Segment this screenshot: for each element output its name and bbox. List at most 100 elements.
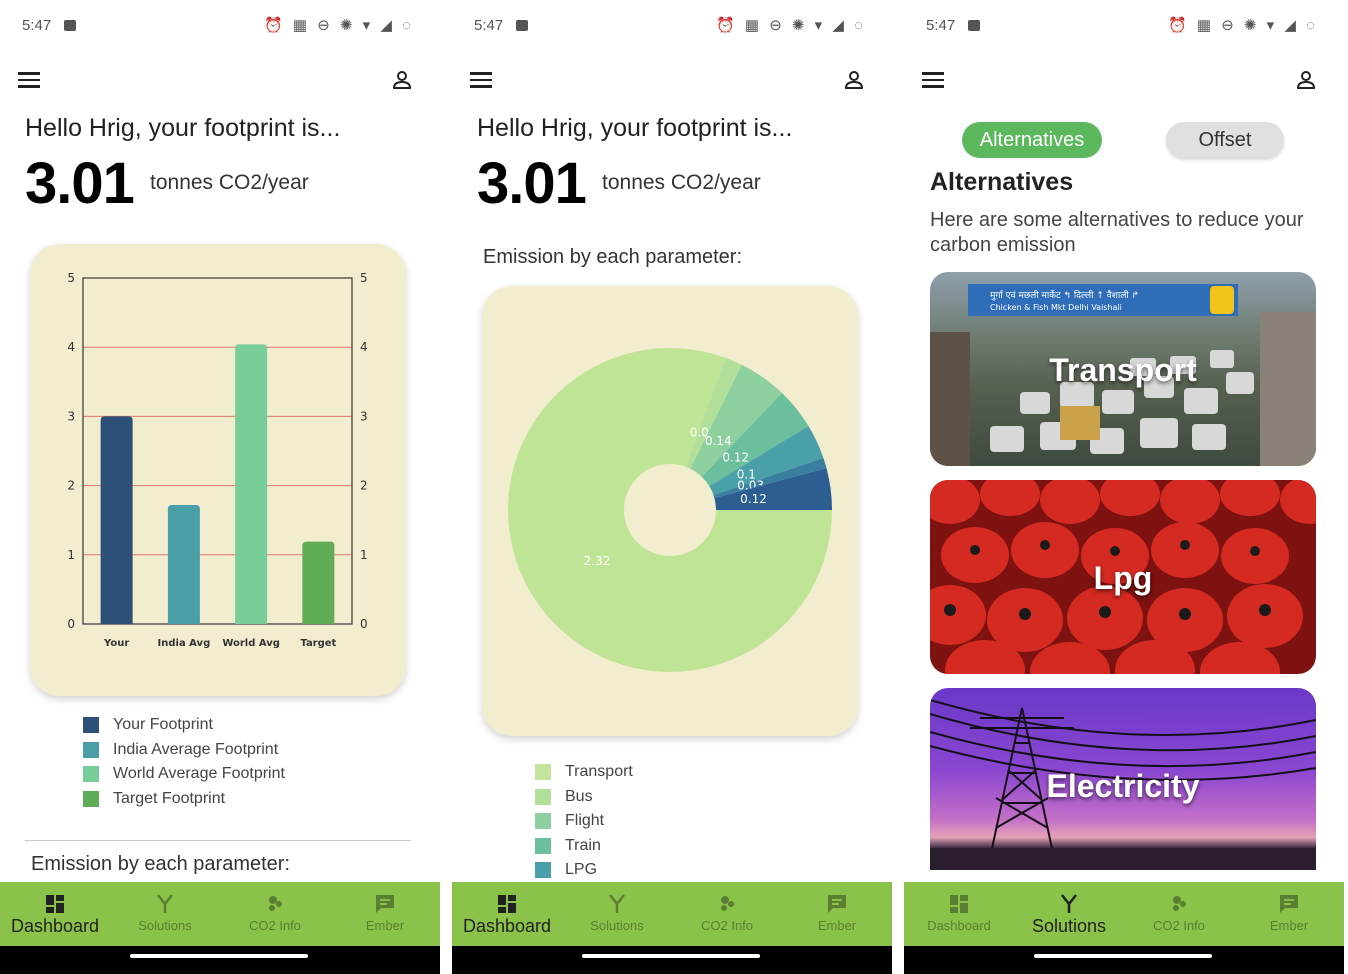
bottom-nav: Dashboard Solutions CO2 Info Ember xyxy=(0,882,440,946)
bar-legend-item: Your Footprint xyxy=(83,713,285,738)
legend-label: Target Footprint xyxy=(113,789,226,807)
tab-alternatives[interactable]: Alternatives xyxy=(962,122,1102,158)
nav-co2-info[interactable]: CO2 Info xyxy=(672,882,782,946)
pie-legend-item: Bus xyxy=(535,785,633,810)
legend-label: LPG xyxy=(565,861,598,879)
menu-icon[interactable] xyxy=(470,72,492,88)
nav-label-co2-info: CO2 Info xyxy=(700,918,754,933)
legend-swatch xyxy=(83,766,99,783)
y-tick-label-right: 0 xyxy=(360,617,368,631)
bar-legend-item: Target Footprint xyxy=(83,787,285,812)
profile-icon[interactable] xyxy=(390,68,414,92)
nav-co2-info[interactable]: CO2 Info xyxy=(220,882,330,946)
bar-chart-legend: Your Footprint India Average Footprint Wor… xyxy=(83,713,285,811)
card-label-electricity: Electricity xyxy=(1046,768,1200,804)
nav-label-ember: Ember xyxy=(817,918,857,933)
legend-label: Train xyxy=(565,836,601,854)
nav-co2-info[interactable]: CO2 Info xyxy=(1124,882,1234,946)
donut-hole xyxy=(624,464,716,556)
nav-label-solutions: Solutions xyxy=(1031,916,1107,936)
dashboard-scrolled-screen: 5:47 ⏰ ▦ ⊖ ✺ ▾ ◢ ◌ Hello Hrig, your foot… xyxy=(452,0,892,974)
nav-dashboard[interactable]: Dashboard xyxy=(0,882,110,946)
status-time: 5:47 xyxy=(926,17,956,34)
page-title: Alternatives xyxy=(930,168,1074,196)
nav-solutions[interactable]: Solutions xyxy=(1014,882,1124,946)
pie-legend-item: LPG xyxy=(535,858,633,883)
nav-solutions[interactable]: Solutions xyxy=(110,882,220,946)
ember-chat-icon xyxy=(1280,895,1298,913)
legend-label: India Average Footprint xyxy=(113,740,279,758)
dashboard-icon xyxy=(950,895,968,913)
legend-label: Transport xyxy=(565,763,633,781)
nav-label-solutions: Solutions xyxy=(138,918,192,933)
nav-solutions[interactable]: Solutions xyxy=(562,882,672,946)
bar xyxy=(235,344,268,624)
nav-ember[interactable]: Ember xyxy=(330,882,440,946)
co2-info-icon xyxy=(269,896,282,911)
transport-card[interactable]: मुर्गा एवं मछली मार्केट ↰ दिल्ली ↑ वैशाल… xyxy=(930,272,1316,466)
legend-swatch xyxy=(535,788,551,805)
nav-ember[interactable]: Ember xyxy=(782,882,892,946)
y-tick-label-right: 1 xyxy=(360,548,368,562)
co2-info-icon xyxy=(721,896,734,911)
x-tick-label: Target xyxy=(300,638,336,649)
system-nav-bar xyxy=(452,946,892,974)
nav-dashboard[interactable]: Dashboard xyxy=(904,882,1014,946)
bar-legend-item: World Average Footprint xyxy=(83,762,285,787)
home-gesture-bar[interactable] xyxy=(582,954,760,958)
footprint-unit: tonnes CO2/year xyxy=(150,171,309,194)
status-time: 5:47 xyxy=(474,17,504,34)
slice-label: 0.12 xyxy=(740,492,767,506)
y-tick-label-left: 0 xyxy=(67,617,75,631)
page-description: Here are some alternatives to reduce you… xyxy=(930,209,1304,256)
section-label: Emission by each parameter: xyxy=(31,853,291,875)
x-tick-label: Your xyxy=(103,638,129,649)
legend-swatch xyxy=(535,764,551,781)
bottom-nav: Dashboard Solutions CO2 Info Ember xyxy=(904,882,1344,946)
nav-label-dashboard: Dashboard xyxy=(462,916,552,936)
sim-icon xyxy=(516,20,528,31)
status-icons: ⏰ ▦ ⊖ ✺ ▾ ◢ ◌ xyxy=(716,17,866,34)
nav-label-ember: Ember xyxy=(1269,918,1309,933)
tab-offset[interactable]: Offset xyxy=(1166,122,1284,158)
legend-swatch xyxy=(83,790,99,807)
solutions-screen: 5:47 ⏰ ▦ ⊖ ✺ ▾ ◢ ◌ Alternatives Offset A… xyxy=(904,0,1344,974)
bar-legend-item: India Average Footprint xyxy=(83,738,285,763)
solutions-icon xyxy=(609,894,625,913)
legend-swatch xyxy=(535,813,551,830)
y-tick-label-left: 2 xyxy=(67,479,75,493)
divider xyxy=(25,840,411,841)
profile-icon[interactable] xyxy=(1294,68,1318,92)
solutions-icon xyxy=(1061,894,1077,913)
home-gesture-bar[interactable] xyxy=(130,954,308,958)
y-tick-label-left: 1 xyxy=(67,548,75,562)
menu-icon[interactable] xyxy=(18,72,40,88)
slice-label: 0.12 xyxy=(722,450,749,464)
y-tick-label-left: 4 xyxy=(67,340,75,354)
app-bar xyxy=(0,58,440,102)
legend-swatch xyxy=(83,741,99,758)
footprint-unit: tonnes CO2/year xyxy=(602,171,761,194)
system-nav-bar xyxy=(904,946,1344,974)
legend-label: World Average Footprint xyxy=(113,765,285,783)
solutions-icon xyxy=(157,894,173,913)
dashboard-screen: 5:47 ⏰ ▦ ⊖ ✺ ▾ ◢ ◌ Hello Hrig, your foot… xyxy=(0,0,440,974)
pie-chart-card: 2.32 0.05 0.14 0.12 0.1 0.03 0.12 xyxy=(482,286,858,736)
status-time: 5:47 xyxy=(22,17,52,34)
nav-ember[interactable]: Ember xyxy=(1234,882,1344,946)
lpg-card[interactable]: Lpg xyxy=(930,480,1316,674)
y-tick-label-left: 5 xyxy=(67,271,75,285)
legend-label: Bus xyxy=(565,787,593,805)
pie-legend-item: Flight xyxy=(535,809,633,834)
card-label-transport: Transport xyxy=(1049,352,1197,388)
y-tick-label-left: 3 xyxy=(67,409,75,423)
nav-label-co2-info: CO2 Info xyxy=(1152,918,1206,933)
nav-dashboard[interactable]: Dashboard xyxy=(452,882,562,946)
ember-chat-icon xyxy=(828,895,846,913)
status-icons: ⏰ ▦ ⊖ ✺ ▾ ◢ ◌ xyxy=(264,17,414,34)
home-gesture-bar[interactable] xyxy=(1034,954,1212,958)
electricity-card[interactable]: Electricity xyxy=(930,688,1316,870)
menu-icon[interactable] xyxy=(922,72,944,88)
ember-chat-icon xyxy=(376,895,394,913)
profile-icon[interactable] xyxy=(842,68,866,92)
